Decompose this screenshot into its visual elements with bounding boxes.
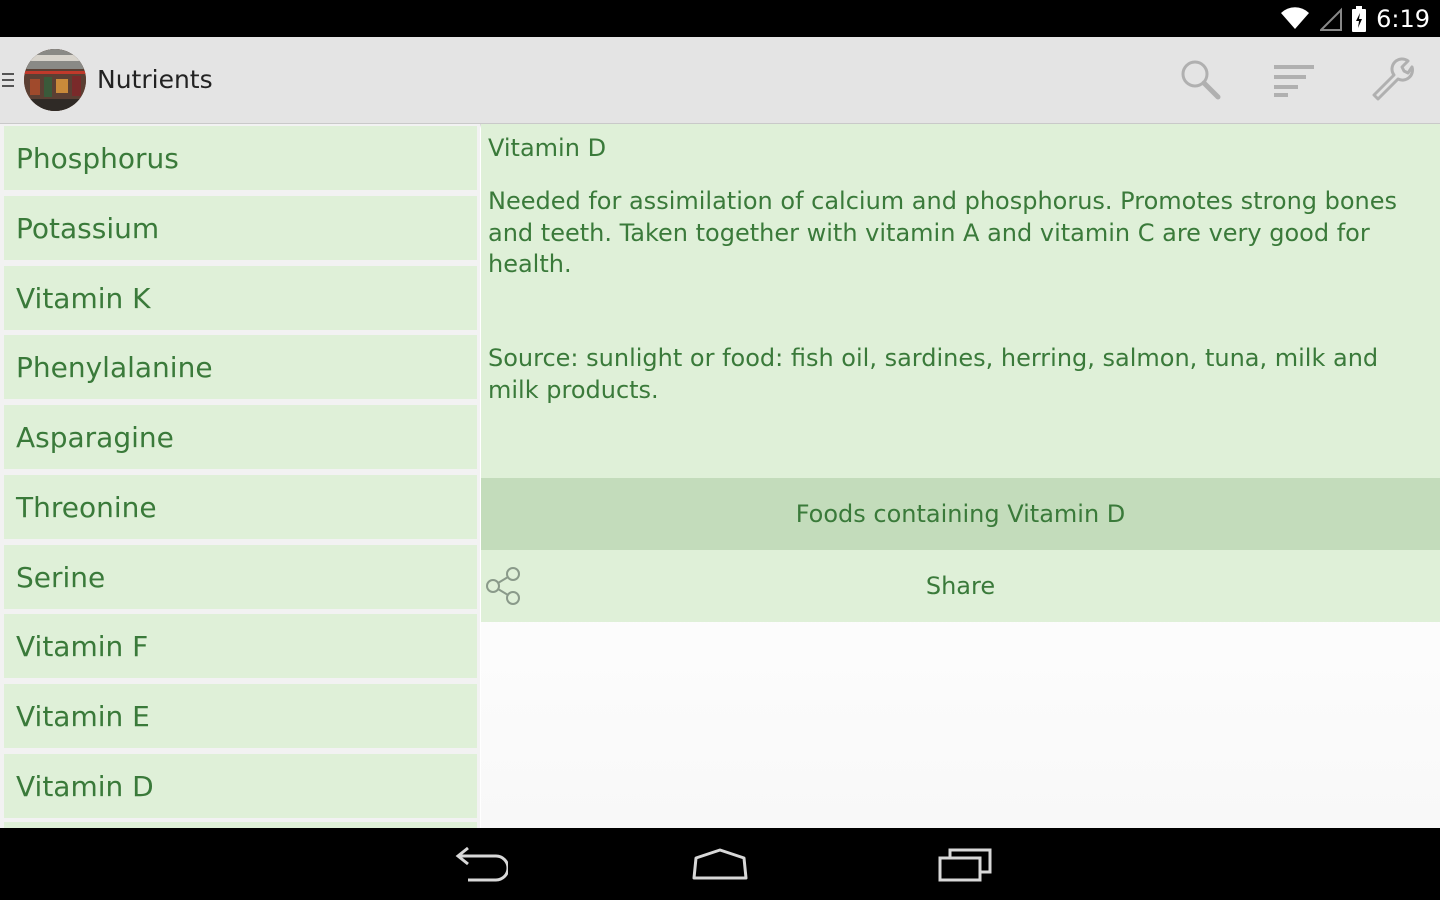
share-label: Share [925,572,996,600]
list-item-label: Phosphorus [16,141,179,175]
detail-source: Source: sunlight or food: fish oil, sard… [488,344,1379,404]
list-item-label: Serine [16,560,106,594]
battery-icon [1352,5,1367,32]
list-item[interactable]: Vitamin F [4,614,477,678]
list-item[interactable]: Serine [4,545,477,609]
list-item-label: Vitamin F [16,629,149,663]
search-icon[interactable] [1178,57,1222,101]
list-item[interactable]: Vitamin D [4,754,477,818]
app-logo[interactable] [24,49,86,111]
list-item[interactable]: Asparagine [4,405,477,469]
clock: 6:19 [1376,4,1430,33]
drawer-menu-icon[interactable] [2,71,14,89]
list-item-label: Vitamin E [16,699,150,733]
status-bar: 6:19 [0,0,1440,37]
wifi-icon [1281,6,1310,29]
status-icons: 6:19 [1280,0,1430,37]
list-item-label: Vitamin K [16,281,151,315]
back-icon[interactable] [448,846,508,882]
nutrient-detail-card: Vitamin D Needed for assimilation of cal… [481,124,1440,478]
list-item[interactable]: Phenylalanine [4,335,477,399]
action-bar: Nutrients [0,37,1440,124]
app-logo-image [24,49,86,111]
list-item-label: Asparagine [16,420,174,454]
app-title: Nutrients [97,65,213,94]
detail-description: Needed for assimilation of calcium and p… [488,187,1398,278]
settings-wrench-icon[interactable] [1370,57,1414,101]
home-icon[interactable] [690,846,750,882]
list-item[interactable]: Vitamin E [4,684,477,748]
list-item-label: Vitamin D [16,769,154,803]
list-item[interactable]: Potassium [4,196,477,260]
recent-apps-icon[interactable] [936,846,996,882]
list-item[interactable]: Vitamin K [4,266,477,330]
signal-icon [1320,7,1343,31]
foods-containing-button[interactable]: Foods containing Vitamin D [481,478,1440,550]
share-icon [486,567,520,605]
list-item-label: Potassium [16,211,160,245]
sort-icon[interactable] [1272,57,1316,101]
share-button[interactable]: Share [481,550,1440,622]
list-item-label: Phenylalanine [16,350,213,384]
list-item[interactable]: Phosphorus [4,126,477,190]
list-item[interactable]: Threonine [4,475,477,539]
nutrient-list: Phosphorus Potassium Vitamin K Phenylala… [0,124,480,828]
navigation-bar [0,828,1440,900]
detail-pane: Vitamin D Needed for assimilation of cal… [481,124,1440,828]
detail-title: Vitamin D [488,134,607,162]
list-item-label: Threonine [16,490,157,524]
